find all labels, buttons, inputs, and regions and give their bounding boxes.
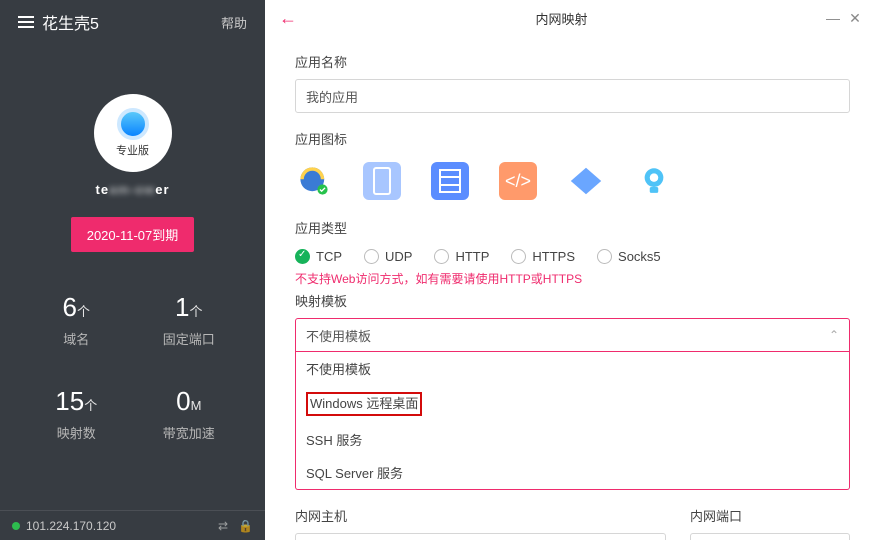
label-app-name: 应用名称: [295, 52, 850, 71]
label-app-icon: 应用图标: [295, 129, 850, 148]
refresh-icon[interactable]: ⇄: [218, 519, 228, 533]
avatar-label: 专业版: [116, 142, 149, 158]
type-warning: 不支持Web访问方式，如有需要请使用HTTP或HTTPS: [295, 270, 850, 287]
help-link[interactable]: 帮助: [221, 13, 247, 32]
app-name-input[interactable]: [295, 79, 850, 113]
expire-button[interactable]: 2020-11-07到期: [71, 217, 195, 252]
radio-udp[interactable]: UDP: [364, 249, 412, 264]
icon-option-ie[interactable]: [295, 162, 333, 200]
stat-domain[interactable]: 6个 域名: [20, 292, 133, 348]
template-option-sql[interactable]: SQL Server 服务: [296, 456, 849, 489]
stat-mapping[interactable]: 15个 映射数: [20, 386, 133, 442]
icon-option-mobile[interactable]: [363, 162, 401, 200]
icon-option-code[interactable]: </>: [499, 162, 537, 200]
radio-tcp[interactable]: TCP: [295, 249, 342, 264]
lock-icon[interactable]: 🔒: [238, 519, 253, 533]
main-panel: ← 内网映射 — ✕ 应用名称 应用图标 </>: [265, 0, 880, 540]
template-dropdown: 不使用模板 Windows 远程桌面 SSH 服务 SQL Server 服务: [295, 352, 850, 490]
stat-bandwidth[interactable]: 0M 带宽加速: [133, 386, 246, 442]
medal-icon: [117, 108, 149, 140]
sidebar: 花生壳5 帮助 专业版 team-ower 2020-11-07到期 6个 域名…: [0, 0, 265, 540]
radio-socks5[interactable]: Socks5: [597, 249, 661, 264]
menu-icon[interactable]: [18, 16, 34, 28]
template-option-rdp[interactable]: Windows 远程桌面: [296, 385, 849, 423]
close-icon[interactable]: ✕: [844, 10, 866, 27]
template-select[interactable]: 不使用模板 ⌃: [295, 318, 850, 352]
label-lan-host: 内网主机: [295, 506, 666, 525]
avatar[interactable]: 专业版: [94, 94, 172, 172]
label-lan-port: 内网端口: [690, 506, 850, 525]
icon-option-server[interactable]: [431, 162, 469, 200]
status-dot-icon: [12, 522, 20, 530]
template-option-ssh[interactable]: SSH 服务: [296, 423, 849, 456]
lan-port-input[interactable]: [690, 533, 850, 540]
lan-host-input[interactable]: [295, 533, 666, 540]
label-app-type: 应用类型: [295, 218, 850, 237]
ip-address: 101.224.170.120: [26, 519, 116, 533]
label-template: 映射模板: [295, 291, 850, 310]
icon-option-camera[interactable]: [635, 162, 673, 200]
template-option[interactable]: 不使用模板: [296, 352, 849, 385]
page-title: 内网映射: [301, 9, 822, 28]
chevron-up-icon: ⌃: [829, 328, 839, 342]
app-title: 花生壳5: [42, 10, 99, 34]
stat-port[interactable]: 1个 固定端口: [133, 292, 246, 348]
back-icon[interactable]: ←: [279, 8, 297, 29]
radio-https[interactable]: HTTPS: [511, 249, 575, 264]
minimize-icon[interactable]: —: [822, 10, 844, 26]
radio-http[interactable]: HTTP: [434, 249, 489, 264]
username: team-ower: [95, 182, 169, 197]
icon-option-diamond[interactable]: [567, 162, 605, 200]
